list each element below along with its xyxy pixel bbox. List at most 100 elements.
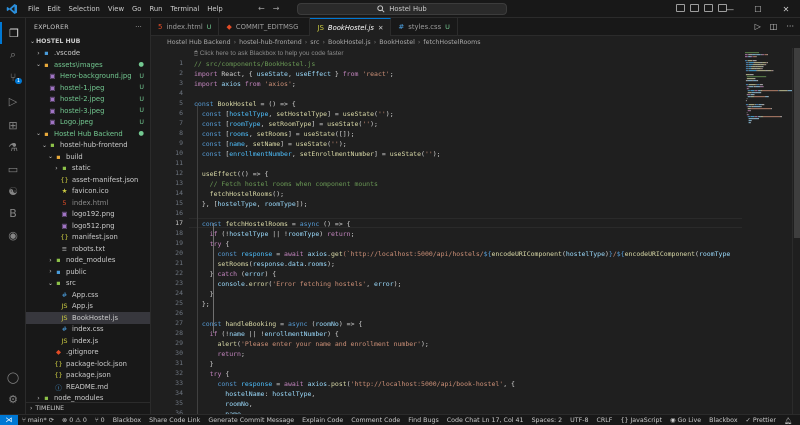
- breadcrumb-item[interactable]: Hostel Hub Backend: [167, 39, 231, 46]
- tree-item[interactable]: ▣ Hero-background.jpg U: [26, 71, 150, 83]
- blackbox-action-button[interactable]: Blackbox: [109, 417, 145, 424]
- forward-arrow-icon[interactable]: →: [273, 4, 280, 13]
- tree-item[interactable]: {} package.json: [26, 370, 150, 382]
- menu-help[interactable]: Help: [203, 5, 227, 13]
- github-icon[interactable]: ◉: [0, 224, 26, 246]
- blackbox-action-button[interactable]: Generate Commit Message: [204, 417, 298, 424]
- close-window-icon[interactable]: ✕: [772, 0, 800, 18]
- tree-item[interactable]: # index.css: [26, 324, 150, 336]
- breadcrumb-item[interactable]: BookHostel.js: [328, 39, 371, 46]
- prettier-status[interactable]: ✓ Prettier: [742, 417, 780, 424]
- tree-item[interactable]: JS index.js: [26, 335, 150, 347]
- toggle-panel-icon[interactable]: [690, 4, 699, 12]
- menu-view[interactable]: View: [104, 5, 128, 13]
- extensions-icon[interactable]: ⊞: [0, 114, 26, 136]
- account-icon[interactable]: ◯: [0, 366, 26, 388]
- breadcrumb-item[interactable]: BookHostel: [379, 39, 415, 46]
- tree-item[interactable]: ⌄ ▪ Hostel Hub Backend ●: [26, 128, 150, 140]
- explorer-icon[interactable]: ❐: [0, 22, 26, 44]
- tree-item[interactable]: {} package-lock.json: [26, 358, 150, 370]
- breadcrumb-item[interactable]: fetchHostelRooms: [423, 39, 480, 46]
- timeline-section[interactable]: › TIMELINE: [26, 402, 150, 414]
- tree-item[interactable]: JS BookHostel.js: [26, 312, 150, 324]
- editor-tab[interactable]: ◆ COMMIT_EDITMSG: [219, 18, 311, 36]
- tree-item[interactable]: › ▪ .vscode: [26, 48, 150, 60]
- menu-run[interactable]: Run: [145, 5, 166, 13]
- branch-indicator[interactable]: ⑂ main* ⟳: [18, 417, 58, 424]
- tree-item[interactable]: › ▪ static: [26, 163, 150, 175]
- more-actions-icon[interactable]: ···: [135, 24, 142, 31]
- manage-gear-icon[interactable]: ⚙: [0, 388, 26, 410]
- code-editor[interactable]: 1 2 3 4 5 6 7 8 9 10 11 12 13 14 15 16 17 18 19 20 21 22 23 24 2…: [151, 48, 742, 414]
- testing-icon[interactable]: ⚗: [0, 136, 26, 158]
- blackbox-hint[interactable]: 🖰 Click here to ask Blackbox to help you…: [194, 49, 344, 59]
- go-live-button[interactable]: ◉ Go Live: [666, 417, 705, 424]
- tree-item[interactable]: ⌄ ▪ build: [26, 151, 150, 163]
- indentation[interactable]: Spaces: 2: [528, 417, 567, 424]
- vertical-scrollbar[interactable]: [792, 48, 800, 414]
- blackbox-icon[interactable]: B: [0, 202, 26, 224]
- workspace-root[interactable]: ⌄ HOSTEL HUB: [26, 36, 150, 48]
- ports-indicator[interactable]: ⑂ 0: [91, 417, 109, 424]
- tree-item[interactable]: ◆ .gitignore: [26, 347, 150, 359]
- editor-tab[interactable]: # styles.css U: [391, 18, 458, 36]
- menu-file[interactable]: File: [24, 5, 43, 13]
- end-of-line[interactable]: CRLF: [593, 417, 617, 424]
- language-mode[interactable]: {} JavaScript: [616, 417, 666, 424]
- tree-item[interactable]: ⌄ ▪ src: [26, 278, 150, 290]
- problems-indicator[interactable]: ⊗ 0 ⚠ 0: [58, 417, 91, 424]
- menu-edit[interactable]: Edit: [43, 5, 64, 13]
- tree-item[interactable]: ≡ robots.txt: [26, 243, 150, 255]
- python-icon[interactable]: ☯: [0, 180, 26, 202]
- tree-item[interactable]: › ▪ node_modules: [26, 255, 150, 267]
- tree-item[interactable]: ▣ hostel-1.jpeg U: [26, 82, 150, 94]
- blackbox-status[interactable]: Blackbox: [705, 417, 741, 424]
- tree-item[interactable]: ▣ logo512.png: [26, 220, 150, 232]
- menu-go[interactable]: Go: [128, 5, 145, 13]
- menu-terminal[interactable]: Terminal: [167, 5, 204, 13]
- blackbox-action-button[interactable]: Share Code Link: [145, 417, 204, 424]
- tree-item[interactable]: ⌄ ▪ assets\images ●: [26, 59, 150, 71]
- editor-tab[interactable]: 5 index.html U: [151, 18, 220, 36]
- editor-tab[interactable]: JS BookHostel.js ✕: [310, 18, 392, 36]
- tree-item[interactable]: ▣ Logo.jpeg U: [26, 117, 150, 129]
- minimap[interactable]: [742, 48, 800, 414]
- toggle-secondary-sidebar-icon[interactable]: [704, 4, 713, 12]
- tree-item[interactable]: ▣ logo192.png: [26, 209, 150, 221]
- breadcrumb-item[interactable]: src: [310, 39, 319, 46]
- run-file-icon[interactable]: ▷: [755, 22, 761, 31]
- scrollbar-thumb[interactable]: [794, 48, 800, 238]
- blackbox-action-button[interactable]: Comment Code: [347, 417, 404, 424]
- tree-item[interactable]: › ▪ public: [26, 266, 150, 278]
- tree-item[interactable]: ⌄ ▪ hostel-hub-frontend: [26, 140, 150, 152]
- run-debug-icon[interactable]: ▷: [0, 90, 26, 112]
- encoding[interactable]: UTF-8: [566, 417, 592, 424]
- remote-indicator-icon[interactable]: ⋊: [0, 414, 18, 425]
- tree-item[interactable]: # App.css: [26, 289, 150, 301]
- tree-item[interactable]: JS App.js: [26, 301, 150, 313]
- toggle-sidebar-icon[interactable]: [676, 4, 685, 12]
- more-actions-icon[interactable]: ···: [786, 22, 794, 31]
- menu-selection[interactable]: Selection: [65, 5, 104, 13]
- back-arrow-icon[interactable]: ←: [258, 4, 265, 13]
- tree-item[interactable]: {} manifest.json: [26, 232, 150, 244]
- tree-item[interactable]: ★ favicon.ico: [26, 186, 150, 198]
- notifications-bell-icon[interactable]: 🔔︎: [780, 417, 796, 425]
- blackbox-action-button[interactable]: Find Bugs: [404, 417, 443, 424]
- remote-explorer-icon[interactable]: ▭: [0, 158, 26, 180]
- maximize-icon[interactable]: ☐: [744, 0, 772, 18]
- split-editor-icon[interactable]: ◫: [770, 22, 778, 31]
- blackbox-action-button[interactable]: Explain Code: [298, 417, 347, 424]
- tree-item[interactable]: 5 index.html: [26, 197, 150, 209]
- tree-item[interactable]: {} asset-manifest.json: [26, 174, 150, 186]
- command-center-search[interactable]: Hostel Hub: [297, 3, 507, 15]
- tree-item[interactable]: ▣ hostel-2.jpeg U: [26, 94, 150, 106]
- minimize-icon[interactable]: —: [716, 0, 744, 18]
- breadcrumb-item[interactable]: hostel-hub-frontend: [239, 39, 302, 46]
- close-tab-icon[interactable]: ✕: [378, 24, 383, 32]
- cursor-position[interactable]: Ln 17, Col 41: [478, 417, 528, 424]
- search-view-icon[interactable]: ⌕: [0, 44, 26, 66]
- tree-item[interactable]: ⓘ README.md: [26, 381, 150, 393]
- tree-item[interactable]: ▣ hostel-3.jpeg U: [26, 105, 150, 117]
- source-control-icon[interactable]: ⑂ 1: [0, 66, 26, 88]
